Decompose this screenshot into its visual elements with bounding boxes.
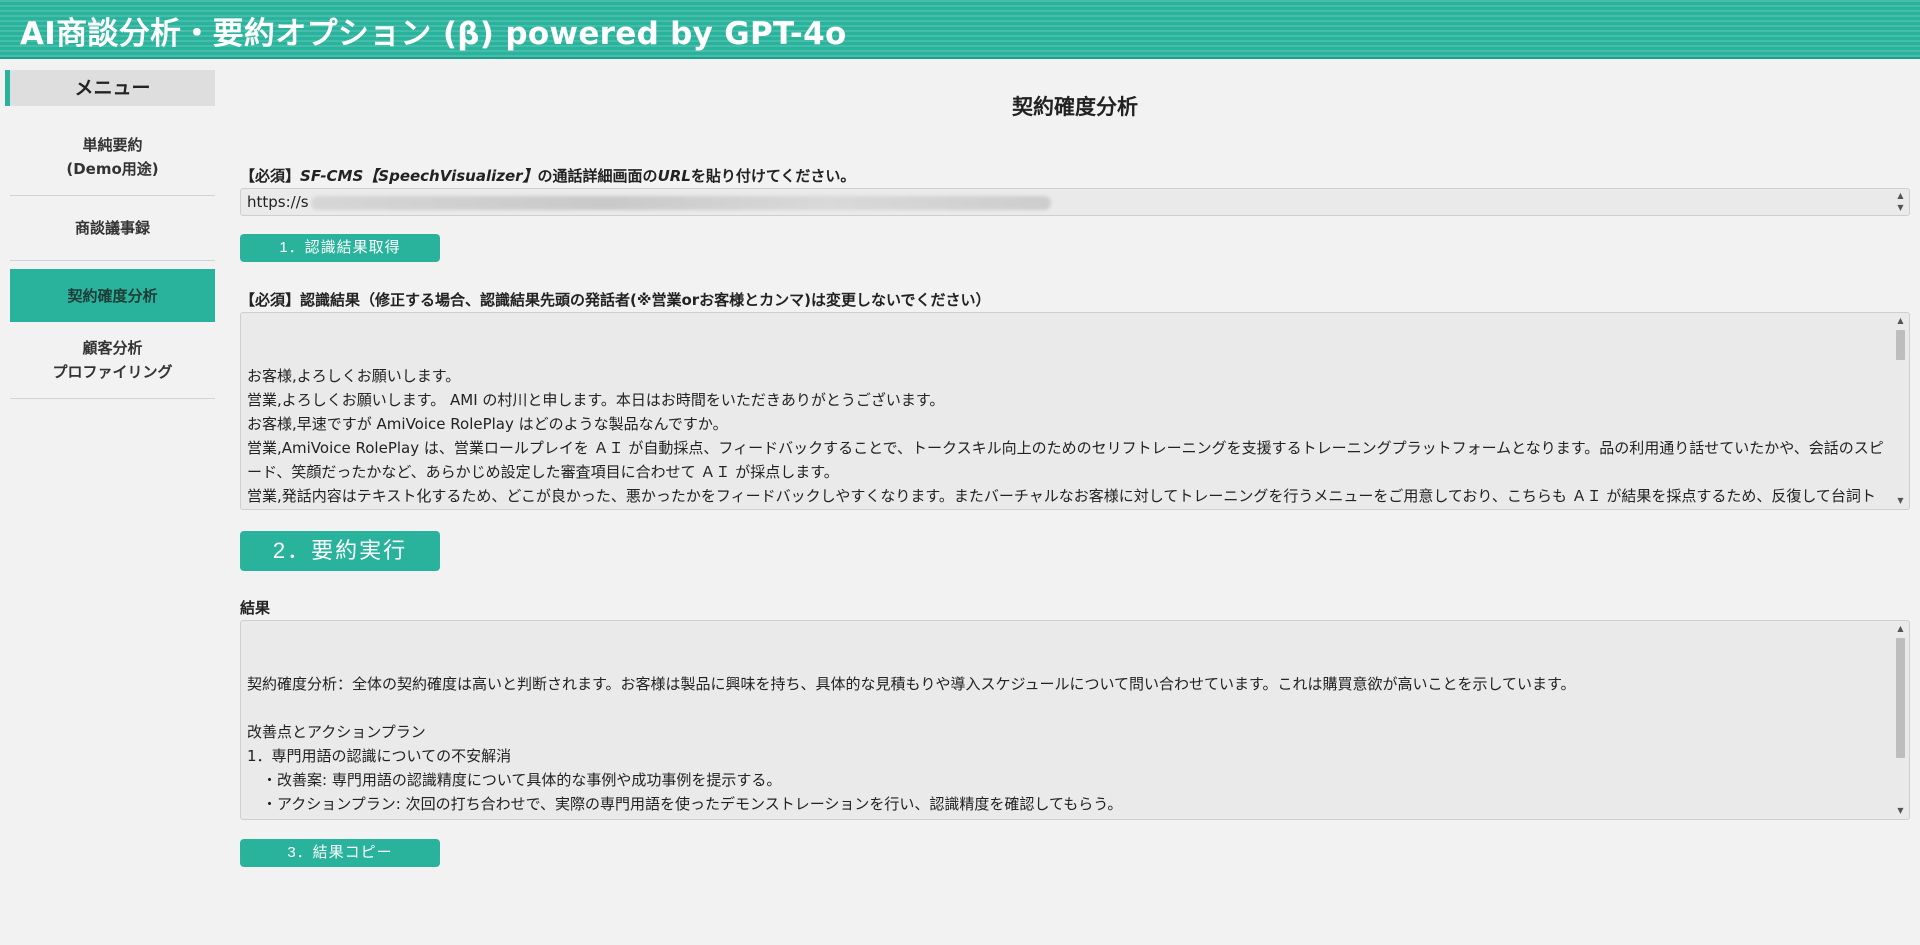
- transcript-textarea[interactable]: お客様,よろしくお願いします。 営業,よろしくお願いします。 AMI の村川と申…: [240, 312, 1910, 510]
- url-input[interactable]: https://s ▲ ▼: [240, 188, 1910, 216]
- scroll-up-icon[interactable]: ▲: [1893, 622, 1908, 636]
- label-part: の通話詳細画面の: [537, 167, 658, 185]
- page-title: 契約確度分析: [1012, 95, 1138, 119]
- sidebar-item-label: 単純要約 (Demo用途): [66, 136, 159, 178]
- result-field-label: 結果: [240, 599, 271, 617]
- sidebar-item-label: 顧客分析 プロファイリング: [52, 339, 173, 381]
- label-part: SF-CMS【SpeechVisualizer】: [300, 167, 538, 185]
- sidebar-item-label: 契約確度分析: [67, 286, 158, 305]
- url-scrollbar[interactable]: ▲ ▼: [1893, 190, 1908, 214]
- result-textarea[interactable]: 契約確度分析：全体の契約確度は高いと判断されます。お客様は製品に興味を持ち、具体…: [240, 620, 1910, 820]
- transcript-field-label: 【必須】認識結果（修正する場合、認識結果先頭の発話者(※営業orお客様とカンマ)…: [240, 291, 991, 309]
- sidebar-item-simple-summary[interactable]: 単純要約 (Demo用途): [10, 119, 215, 196]
- sidebar-item-meeting-minutes[interactable]: 商談議事録: [10, 196, 215, 261]
- redacted-url-blur: [310, 195, 1051, 210]
- scroll-down-icon[interactable]: ▼: [1893, 202, 1908, 214]
- scroll-down-icon[interactable]: ▼: [1893, 804, 1908, 818]
- scroll-thumb[interactable]: [1896, 638, 1905, 758]
- scroll-up-icon[interactable]: ▲: [1893, 314, 1908, 328]
- label-part: を貼り付けてください。: [690, 167, 856, 185]
- result-text: 契約確度分析：全体の契約確度は高いと判断されます。お客様は製品に興味を持ち、具体…: [247, 675, 1576, 813]
- transcript-scrollbar[interactable]: ▲ ▼: [1893, 314, 1908, 508]
- sidebar-item-customer-profiling[interactable]: 顧客分析 プロファイリング: [10, 322, 215, 399]
- scroll-thumb[interactable]: [1896, 330, 1905, 360]
- url-input-value: https://s: [247, 193, 309, 211]
- sidebar-item-label: 商談議事録: [74, 219, 150, 237]
- scroll-down-icon[interactable]: ▼: [1893, 494, 1908, 508]
- label-part: 【必須】: [240, 167, 301, 185]
- run-summary-button[interactable]: 2．要約実行: [240, 531, 440, 571]
- sidebar: メニュー 単純要約 (Demo用途) 商談議事録 契約確度分析 顧客分析 プロフ…: [0, 59, 225, 945]
- copy-result-button[interactable]: 3．結果コピー: [240, 839, 440, 867]
- url-field-label: 【必須】SF-CMS【SpeechVisualizer】の通話詳細画面のURLを…: [240, 165, 855, 186]
- fetch-recognition-button[interactable]: 1．認識結果取得: [240, 234, 440, 262]
- menu-heading: メニュー: [5, 70, 215, 106]
- sidebar-item-contract-probability[interactable]: 契約確度分析: [10, 269, 215, 322]
- app-title: AI商談分析・要約オプション (β) powered by GPT-4o: [20, 16, 847, 52]
- scroll-up-icon[interactable]: ▲: [1893, 190, 1908, 202]
- result-scrollbar[interactable]: ▲ ▼: [1893, 622, 1908, 818]
- transcript-text: お客様,よろしくお願いします。 営業,よろしくお願いします。 AMI の村川と申…: [247, 367, 1884, 505]
- app-header: AI商談分析・要約オプション (β) powered by GPT-4o: [0, 0, 1920, 59]
- label-part: URL: [657, 167, 691, 185]
